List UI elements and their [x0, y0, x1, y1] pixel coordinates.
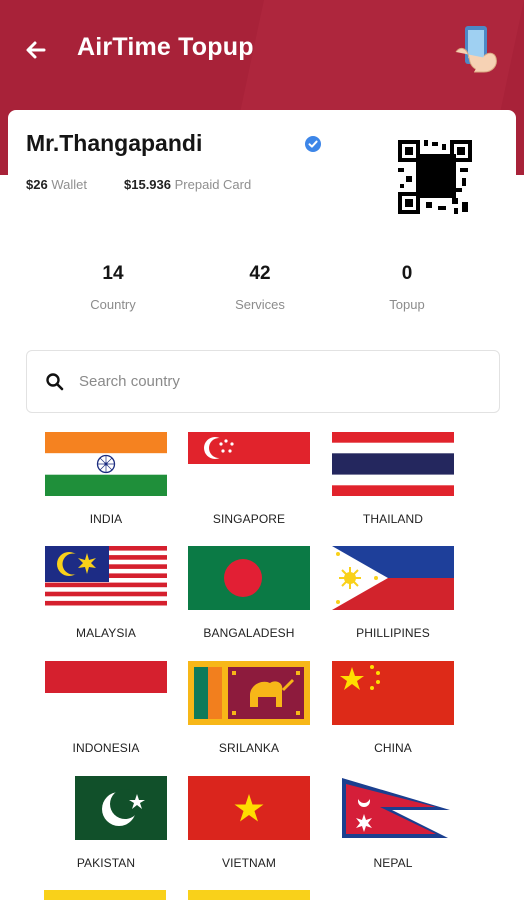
country-item-malaysia[interactable]: MALAYSIA [36, 546, 176, 640]
search-input[interactable]: Search country [26, 350, 500, 413]
country-name: BANGALADESH [203, 626, 295, 640]
country-name: VIETNAM [221, 856, 277, 870]
country-name: PAKISTAN [76, 856, 136, 870]
thailand-flag [332, 432, 454, 496]
prepaid-balance: $15.936 Prepaid Card [124, 177, 251, 192]
singapore-flag [188, 432, 310, 496]
user-name: Mr.Thangapandi [26, 130, 203, 156]
country-item-pakistan[interactable]: PAKISTAN [36, 776, 176, 870]
country-name: THAILAND [362, 512, 424, 526]
country-name: MALAYSIA [76, 626, 136, 640]
vietnam-flag [188, 776, 310, 840]
country-item-srilanka[interactable]: SRILANKA [179, 661, 319, 755]
malaysia-flag [45, 546, 167, 610]
country-item-philippines[interactable]: PHILLIPINES [323, 546, 463, 640]
country-name: SRILANKA [218, 741, 280, 755]
partial-flag-next-row-2[interactable] [188, 890, 310, 900]
stat-topup: 0 Topup [347, 263, 467, 312]
stat-services: 42 Services [200, 263, 320, 312]
stat-country: 14 Country [53, 263, 173, 312]
country-item-singapore[interactable]: SINGAPORE [179, 432, 319, 526]
stat-label: Country [90, 297, 136, 312]
country-item-india[interactable]: INDIA [36, 432, 176, 526]
verified-badge-icon [305, 136, 321, 152]
country-item-bangladesh[interactable]: BANGALADESH [179, 546, 319, 640]
back-button[interactable] [20, 34, 52, 66]
arrow-left-icon [26, 41, 46, 59]
qr-code[interactable] [398, 140, 472, 214]
partial-flag-next-row-1[interactable] [44, 890, 166, 900]
wallet-amount: $26 [26, 177, 48, 192]
wallet-balance: $26 Wallet [26, 177, 87, 192]
pakistan-flag [45, 776, 167, 840]
philippines-flag [332, 546, 454, 610]
stat-value: 0 [401, 263, 413, 284]
country-item-thailand[interactable]: THAILAND [323, 432, 463, 526]
stat-label: Services [235, 297, 285, 312]
srilanka-flag [188, 661, 310, 725]
country-name: INDIA [89, 512, 123, 526]
page-title: AirTime Topup [77, 33, 254, 61]
country-item-china[interactable]: CHINA [323, 661, 463, 755]
india-flag [45, 432, 167, 496]
country-item-nepal[interactable]: NEPAL [323, 776, 463, 870]
stat-label: Topup [389, 297, 425, 312]
stat-value: 14 [102, 263, 124, 284]
country-name: NEPAL [373, 856, 413, 870]
nepal-flag [332, 776, 454, 840]
country-item-vietnam[interactable]: VIETNAM [179, 776, 319, 870]
china-flag [332, 661, 454, 725]
wallet-label: Wallet [51, 177, 87, 192]
country-name: CHINA [374, 741, 412, 755]
stat-value: 42 [249, 263, 271, 284]
country-item-indonesia[interactable]: INDONESIA [36, 661, 176, 755]
search-icon [46, 372, 64, 390]
search-placeholder: Search country [79, 373, 180, 390]
country-name: SINGAPORE [212, 512, 286, 526]
indonesia-flag [45, 661, 167, 725]
prepaid-amount: $15.936 [124, 177, 171, 192]
country-name: INDONESIA [72, 741, 140, 755]
bangladesh-flag [188, 546, 310, 610]
prepaid-label: Prepaid Card [174, 177, 252, 192]
country-name: PHILLIPINES [356, 626, 430, 640]
phone-in-hand-icon[interactable] [448, 22, 504, 78]
